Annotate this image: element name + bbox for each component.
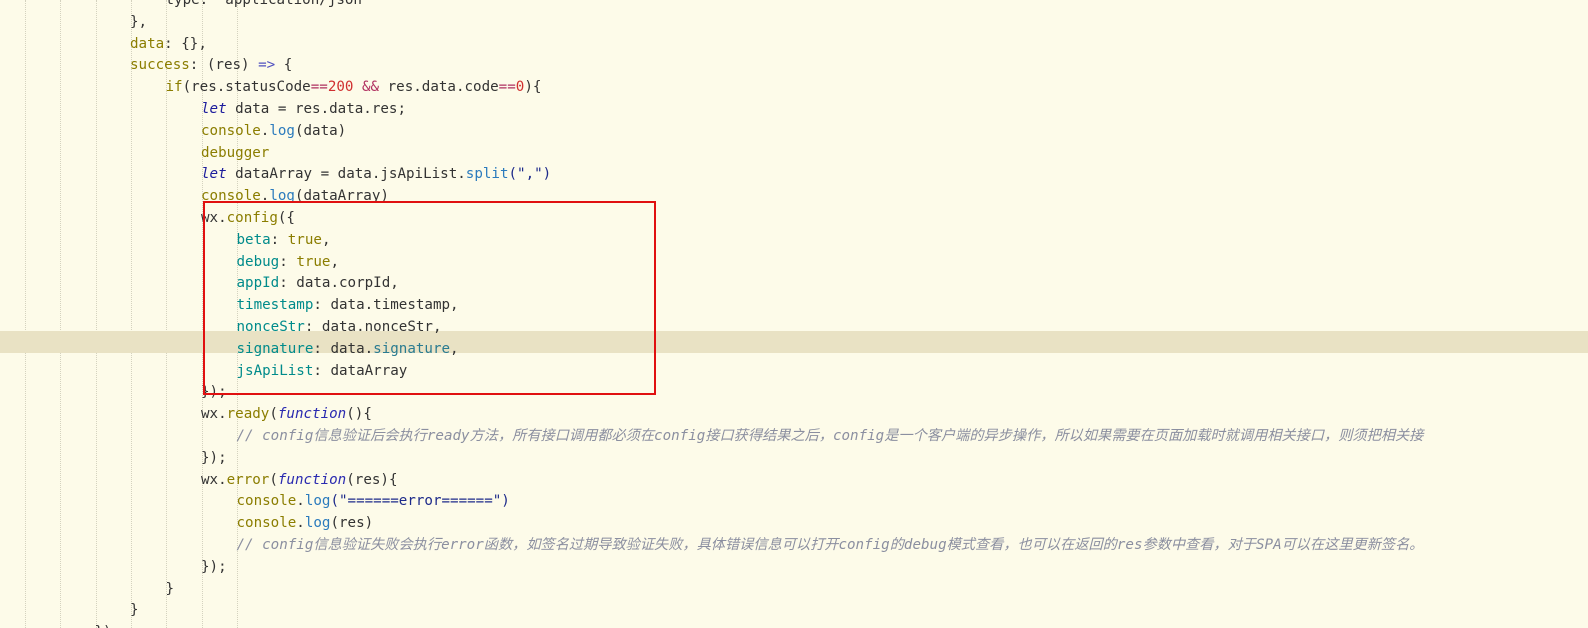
code-editor[interactable]: type: 'application/json'}, data: {}, succe… [0, 0, 1588, 628]
code-token: && [361, 79, 380, 96]
code-token: if [165, 79, 183, 96]
code-token: == [498, 79, 516, 96]
code-line[interactable]: }, [0, 12, 1588, 34]
code-line[interactable]: data: {}, [0, 34, 1588, 56]
code-token: success [130, 57, 190, 74]
code-line[interactable]: // config信息验证失败会执行error函数，如签名过期导致验证失败，具体… [0, 535, 1588, 557]
code-token: (res){ [346, 471, 398, 488]
code-token: log [304, 515, 331, 532]
code-line[interactable]: wx.ready(function(){ [0, 404, 1588, 426]
code-token: dataArray = data.jsApiList. [226, 166, 466, 183]
code-token: function [277, 471, 347, 488]
code-token: data = res.data.res; [226, 100, 406, 117]
code-token: ){ [524, 79, 542, 96]
code-line[interactable]: // config信息验证后会执行ready方法，所有接口调用都必须在confi… [0, 426, 1588, 448]
code-token: debugger [201, 144, 270, 161]
code-token: log [269, 122, 295, 139]
code-token: 200 [327, 79, 354, 96]
code-token: // config信息验证后会执行ready方法，所有接口调用都必须在confi… [236, 427, 1424, 444]
code-token: error [226, 471, 270, 488]
code-token: } [130, 602, 139, 619]
code-line[interactable]: }); [0, 448, 1588, 470]
code-token: => [258, 57, 276, 74]
code-line[interactable]: debugger [0, 143, 1588, 165]
code-token: wx. [201, 471, 227, 488]
code-line[interactable]: } [0, 579, 1588, 601]
code-line[interactable]: if(res.statusCode==200 && res.data.code=… [0, 77, 1588, 99]
code-line[interactable]: let data = res.data.res; [0, 99, 1588, 121]
code-token: function [277, 406, 347, 423]
code-token: } [165, 580, 175, 597]
code-token: }) [95, 624, 112, 628]
code-line[interactable]: wx.error(function(res){ [0, 470, 1588, 492]
code-token: : (res) [189, 57, 259, 74]
code-token: (res) [330, 515, 374, 532]
code-token: // config信息验证失败会执行error函数，如签名过期导致验证失败，具体… [236, 536, 1424, 553]
code-token: { [275, 57, 293, 74]
code-token: ready [226, 406, 270, 423]
code-token: }); [201, 449, 227, 466]
code-token: split [465, 166, 509, 183]
code-token: : {}, [164, 35, 207, 52]
code-line[interactable]: } [0, 600, 1588, 622]
code-token: == [310, 79, 328, 96]
code-token: console [236, 515, 297, 532]
code-token: console [201, 122, 261, 139]
code-token: (data) [294, 122, 347, 139]
code-token: res.data.code [379, 79, 499, 96]
code-token: data [130, 35, 165, 52]
code-token: ("======error======") [330, 493, 510, 510]
code-token: ( [269, 471, 278, 488]
code-token: let [201, 166, 227, 183]
code-token: console [236, 493, 297, 510]
code-token: . [296, 515, 305, 532]
code-token: ( [269, 406, 278, 423]
selection-box [203, 201, 656, 395]
code-line[interactable]: type: 'application/json' [0, 0, 1588, 12]
code-token: (res.statusCode [182, 79, 311, 96]
code-token: (){ [346, 406, 372, 423]
code-token: . [296, 493, 305, 510]
code-token: let [201, 100, 227, 117]
code-token: }); [201, 558, 227, 575]
code-token: wx. [201, 406, 227, 423]
code-line[interactable]: console.log(res) [0, 513, 1588, 535]
code-line[interactable]: success: (res) => { [0, 55, 1588, 77]
code-line[interactable]: }); [0, 557, 1588, 579]
code-token: type: 'application/json' [165, 0, 371, 8]
code-line[interactable]: }) [0, 622, 1588, 628]
code-line[interactable]: let dataArray = data.jsApiList.split(","… [0, 164, 1588, 186]
code-line[interactable]: console.log(data) [0, 121, 1588, 143]
code-token: }, [130, 13, 148, 30]
code-token: (",") [508, 166, 552, 183]
code-line[interactable]: console.log("======error======") [0, 491, 1588, 513]
code-token: log [304, 493, 331, 510]
